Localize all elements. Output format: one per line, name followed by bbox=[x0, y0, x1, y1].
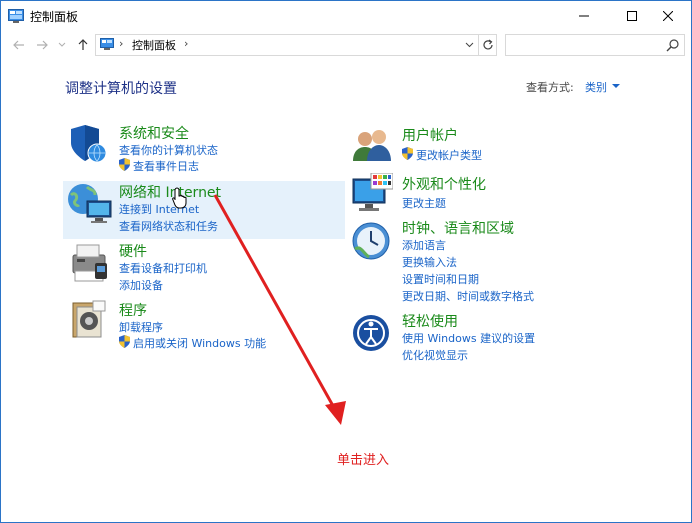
minimize-icon bbox=[579, 15, 589, 17]
arrow-up-icon bbox=[78, 39, 88, 50]
link-view-event-logs[interactable]: 查看事件日志 bbox=[133, 158, 199, 174]
breadcrumb-separator[interactable]: › bbox=[184, 37, 188, 50]
link-change-theme[interactable]: 更改主题 bbox=[402, 195, 446, 211]
address-bar[interactable]: › 控制面板 › bbox=[95, 34, 497, 56]
category-title-hardware[interactable]: 硬件 bbox=[119, 241, 147, 261]
arrow-left-icon bbox=[13, 40, 24, 50]
category-title-programs[interactable]: 程序 bbox=[119, 300, 147, 320]
chevron-down-icon[interactable] bbox=[612, 84, 620, 88]
uac-shield-icon bbox=[119, 335, 130, 348]
link-view-devices-printers[interactable]: 查看设备和打印机 bbox=[119, 260, 207, 276]
minimize-button[interactable] bbox=[561, 1, 607, 31]
link-add-language[interactable]: 添加语言 bbox=[402, 237, 446, 253]
printer-icon bbox=[72, 244, 107, 282]
chevron-down-icon bbox=[58, 42, 66, 47]
uac-shield-icon bbox=[119, 158, 130, 171]
link-set-date-time[interactable]: 设置时间和日期 bbox=[402, 271, 479, 287]
navigation-bar: › 控制面板 › bbox=[1, 32, 691, 58]
refresh-icon bbox=[483, 39, 493, 50]
address-history-dropdown[interactable] bbox=[462, 38, 476, 52]
close-button[interactable] bbox=[645, 1, 691, 31]
window-title: 控制面板 bbox=[30, 10, 79, 24]
shield-globe-icon bbox=[71, 125, 107, 163]
view-by-dropdown[interactable]: 类别 bbox=[585, 79, 607, 95]
annotation-arrow bbox=[213, 194, 346, 425]
recent-locations-button[interactable] bbox=[57, 36, 67, 54]
view-by-label: 查看方式: bbox=[526, 81, 574, 94]
search-icon bbox=[666, 39, 679, 52]
title-bar: 控制面板 bbox=[1, 1, 691, 31]
refresh-button[interactable] bbox=[478, 35, 497, 55]
network-globe-icon bbox=[68, 184, 112, 223]
control-panel-window: 控制面板 › 控制面板 › 调整计算机的设置 查看方式: 类别 系统和安全 查看… bbox=[0, 0, 692, 523]
category-title-system-security[interactable]: 系统和安全 bbox=[119, 123, 189, 143]
link-change-formats[interactable]: 更改日期、时间或数字格式 bbox=[402, 288, 534, 304]
category-title-user-accounts[interactable]: 用户帐户 bbox=[402, 125, 458, 145]
maximize-icon bbox=[627, 11, 637, 21]
link-view-computer-status[interactable]: 查看你的计算机状态 bbox=[119, 142, 218, 158]
control-panel-icon bbox=[8, 9, 24, 23]
link-change-account-type[interactable]: 更改帐户类型 bbox=[416, 147, 482, 163]
link-recommended-settings[interactable]: 使用 Windows 建议的设置 bbox=[402, 330, 535, 346]
category-title-clock-language-region[interactable]: 时钟、语言和区域 bbox=[402, 218, 514, 238]
link-add-device[interactable]: 添加设备 bbox=[119, 277, 163, 293]
forward-button[interactable] bbox=[34, 36, 50, 54]
breadcrumb-separator: › bbox=[119, 37, 124, 50]
link-optimize-visual-display[interactable]: 优化视觉显示 bbox=[402, 347, 468, 363]
hand-cursor-icon bbox=[172, 187, 187, 209]
page-title: 调整计算机的设置 bbox=[65, 81, 177, 97]
uac-shield-icon bbox=[402, 147, 413, 160]
link-change-input-method[interactable]: 更换输入法 bbox=[402, 254, 457, 270]
annotation-text: 单击进入 bbox=[337, 453, 390, 468]
close-icon bbox=[663, 11, 673, 21]
programs-icon bbox=[72, 300, 106, 338]
users-icon bbox=[353, 130, 391, 161]
back-button[interactable] bbox=[11, 36, 27, 54]
search-input[interactable] bbox=[505, 34, 685, 56]
chevron-down-icon bbox=[465, 42, 473, 48]
up-button[interactable] bbox=[75, 36, 91, 54]
breadcrumb-item-control-panel[interactable]: 控制面板 bbox=[132, 37, 176, 53]
category-title-appearance[interactable]: 外观和个性化 bbox=[402, 174, 486, 194]
control-panel-icon bbox=[100, 38, 114, 50]
category-title-ease-of-access[interactable]: 轻松使用 bbox=[402, 311, 458, 331]
link-uninstall-program[interactable]: 卸载程序 bbox=[119, 319, 163, 335]
arrow-right-icon bbox=[37, 40, 48, 50]
